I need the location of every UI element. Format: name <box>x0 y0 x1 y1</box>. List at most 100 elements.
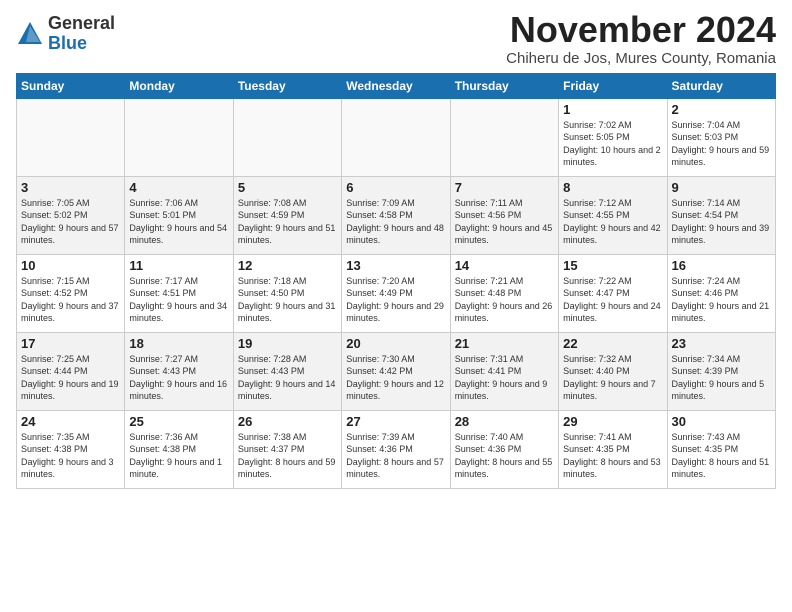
day-number: 14 <box>455 258 554 273</box>
day-number: 25 <box>129 414 228 429</box>
day-info: Sunrise: 7:24 AM Sunset: 4:46 PM Dayligh… <box>672 275 771 325</box>
table-row: 8Sunrise: 7:12 AM Sunset: 4:55 PM Daylig… <box>559 176 667 254</box>
day-info: Sunrise: 7:12 AM Sunset: 4:55 PM Dayligh… <box>563 197 662 247</box>
day-number: 20 <box>346 336 445 351</box>
day-info: Sunrise: 7:06 AM Sunset: 5:01 PM Dayligh… <box>129 197 228 247</box>
table-row <box>125 98 233 176</box>
day-info: Sunrise: 7:35 AM Sunset: 4:38 PM Dayligh… <box>21 431 120 481</box>
table-row: 20 Sunrise: 7:30 AM Sunset: 4:42 PM Dayli… <box>342 332 450 410</box>
day-info: Sunrise: 7:21 AM Sunset: 4:48 PM Dayligh… <box>455 275 554 325</box>
col-friday: Friday <box>559 73 667 98</box>
day-info: Sunrise: 7:28 AM Sunset: 4:43 PM Dayligh… <box>238 353 337 403</box>
table-row: 22Sunrise: 7:32 AM Sunset: 4:40 PM Dayli… <box>559 332 667 410</box>
subtitle: Chiheru de Jos, Mures County, Romania <box>506 50 776 67</box>
table-row: 25 Sunrise: 7:36 AM Sunset: 4:38 PM Dayli… <box>125 410 233 488</box>
day-info: Sunrise: 7:09 AM Sunset: 4:58 PM Dayligh… <box>346 197 445 247</box>
table-row: 6 Sunrise: 7:09 AM Sunset: 4:58 PM Daylig… <box>342 176 450 254</box>
day-number: 5 <box>238 180 337 195</box>
day-info: Sunrise: 7:22 AM Sunset: 4:47 PM Dayligh… <box>563 275 662 325</box>
day-number: 6 <box>346 180 445 195</box>
day-info: Sunrise: 7:02 AM Sunset: 5:05 PM Dayligh… <box>563 119 662 169</box>
table-row: 16Sunrise: 7:24 AM Sunset: 4:46 PM Dayli… <box>667 254 775 332</box>
table-row: 12 Sunrise: 7:18 AM Sunset: 4:50 PM Dayli… <box>233 254 341 332</box>
day-number: 26 <box>238 414 337 429</box>
table-row: 29 Sunrise: 7:41 AM Sunset: 4:35 PM Dayli… <box>559 410 667 488</box>
table-row: 19 Sunrise: 7:28 AM Sunset: 4:43 PM Dayli… <box>233 332 341 410</box>
table-row <box>17 98 125 176</box>
day-info: Sunrise: 7:38 AM Sunset: 4:37 PM Dayligh… <box>238 431 337 481</box>
day-info: Sunrise: 7:39 AM Sunset: 4:36 PM Dayligh… <box>346 431 445 481</box>
table-row: 27 Sunrise: 7:39 AM Sunset: 4:36 PM Dayli… <box>342 410 450 488</box>
day-number: 24 <box>21 414 120 429</box>
table-row: 3 Sunrise: 7:05 AM Sunset: 5:02 PM Daylig… <box>17 176 125 254</box>
calendar-week-row: 1 Sunrise: 7:02 AM Sunset: 5:05 PM Daylig… <box>17 98 776 176</box>
day-info: Sunrise: 7:17 AM Sunset: 4:51 PM Dayligh… <box>129 275 228 325</box>
logo-blue: Blue <box>48 33 87 53</box>
col-saturday: Saturday <box>667 73 775 98</box>
table-row: 26 Sunrise: 7:38 AM Sunset: 4:37 PM Dayli… <box>233 410 341 488</box>
day-info: Sunrise: 7:41 AM Sunset: 4:35 PM Dayligh… <box>563 431 662 481</box>
day-info: Sunrise: 7:31 AM Sunset: 4:41 PM Dayligh… <box>455 353 554 403</box>
table-row: 5 Sunrise: 7:08 AM Sunset: 4:59 PM Daylig… <box>233 176 341 254</box>
day-number: 29 <box>563 414 662 429</box>
day-info: Sunrise: 7:25 AM Sunset: 4:44 PM Dayligh… <box>21 353 120 403</box>
day-number: 27 <box>346 414 445 429</box>
day-info: Sunrise: 7:04 AM Sunset: 5:03 PM Dayligh… <box>672 119 771 169</box>
table-row: 21 Sunrise: 7:31 AM Sunset: 4:41 PM Dayli… <box>450 332 558 410</box>
day-number: 23 <box>672 336 771 351</box>
day-info: Sunrise: 7:30 AM Sunset: 4:42 PM Dayligh… <box>346 353 445 403</box>
table-row <box>342 98 450 176</box>
calendar-table: Sunday Monday Tuesday Wednesday Thursday… <box>16 73 776 489</box>
day-number: 12 <box>238 258 337 273</box>
table-row: 15 Sunrise: 7:22 AM Sunset: 4:47 PM Dayli… <box>559 254 667 332</box>
day-number: 7 <box>455 180 554 195</box>
table-row: 4Sunrise: 7:06 AM Sunset: 5:01 PM Daylig… <box>125 176 233 254</box>
table-row: 18 Sunrise: 7:27 AM Sunset: 4:43 PM Dayli… <box>125 332 233 410</box>
table-row: 13Sunrise: 7:20 AM Sunset: 4:49 PM Dayli… <box>342 254 450 332</box>
logo-text: General Blue <box>48 14 115 54</box>
day-info: Sunrise: 7:08 AM Sunset: 4:59 PM Dayligh… <box>238 197 337 247</box>
day-info: Sunrise: 7:43 AM Sunset: 4:35 PM Dayligh… <box>672 431 771 481</box>
day-info: Sunrise: 7:18 AM Sunset: 4:50 PM Dayligh… <box>238 275 337 325</box>
day-info: Sunrise: 7:34 AM Sunset: 4:39 PM Dayligh… <box>672 353 771 403</box>
table-row: 2 Sunrise: 7:04 AM Sunset: 5:03 PM Daylig… <box>667 98 775 176</box>
header: General Blue November 2024 Chiheru de Jo… <box>16 10 776 67</box>
col-sunday: Sunday <box>17 73 125 98</box>
day-number: 19 <box>238 336 337 351</box>
day-number: 2 <box>672 102 771 117</box>
table-row: 23 Sunrise: 7:34 AM Sunset: 4:39 PM Dayli… <box>667 332 775 410</box>
col-thursday: Thursday <box>450 73 558 98</box>
calendar-week-row: 10 Sunrise: 7:15 AM Sunset: 4:52 PM Dayli… <box>17 254 776 332</box>
table-row <box>233 98 341 176</box>
table-row: 9Sunrise: 7:14 AM Sunset: 4:54 PM Daylig… <box>667 176 775 254</box>
logo-icon <box>16 20 44 48</box>
day-info: Sunrise: 7:36 AM Sunset: 4:38 PM Dayligh… <box>129 431 228 481</box>
day-number: 18 <box>129 336 228 351</box>
day-number: 21 <box>455 336 554 351</box>
day-info: Sunrise: 7:27 AM Sunset: 4:43 PM Dayligh… <box>129 353 228 403</box>
table-row: 1 Sunrise: 7:02 AM Sunset: 5:05 PM Daylig… <box>559 98 667 176</box>
table-row: 10 Sunrise: 7:15 AM Sunset: 4:52 PM Dayli… <box>17 254 125 332</box>
day-number: 1 <box>563 102 662 117</box>
calendar-week-row: 3 Sunrise: 7:05 AM Sunset: 5:02 PM Daylig… <box>17 176 776 254</box>
day-info: Sunrise: 7:15 AM Sunset: 4:52 PM Dayligh… <box>21 275 120 325</box>
table-row: 24 Sunrise: 7:35 AM Sunset: 4:38 PM Dayli… <box>17 410 125 488</box>
page-container: General Blue November 2024 Chiheru de Jo… <box>0 0 792 612</box>
day-number: 10 <box>21 258 120 273</box>
month-title: November 2024 <box>506 10 776 50</box>
logo-general: General <box>48 13 115 33</box>
calendar-week-row: 24 Sunrise: 7:35 AM Sunset: 4:38 PM Dayli… <box>17 410 776 488</box>
day-number: 28 <box>455 414 554 429</box>
table-row: 14 Sunrise: 7:21 AM Sunset: 4:48 PM Dayli… <box>450 254 558 332</box>
table-row: 17 Sunrise: 7:25 AM Sunset: 4:44 PM Dayli… <box>17 332 125 410</box>
col-wednesday: Wednesday <box>342 73 450 98</box>
day-number: 15 <box>563 258 662 273</box>
day-number: 13 <box>346 258 445 273</box>
day-number: 3 <box>21 180 120 195</box>
day-info: Sunrise: 7:40 AM Sunset: 4:36 PM Dayligh… <box>455 431 554 481</box>
day-number: 22 <box>563 336 662 351</box>
table-row: 30Sunrise: 7:43 AM Sunset: 4:35 PM Dayli… <box>667 410 775 488</box>
day-number: 17 <box>21 336 120 351</box>
day-info: Sunrise: 7:05 AM Sunset: 5:02 PM Dayligh… <box>21 197 120 247</box>
table-row: 7Sunrise: 7:11 AM Sunset: 4:56 PM Daylig… <box>450 176 558 254</box>
